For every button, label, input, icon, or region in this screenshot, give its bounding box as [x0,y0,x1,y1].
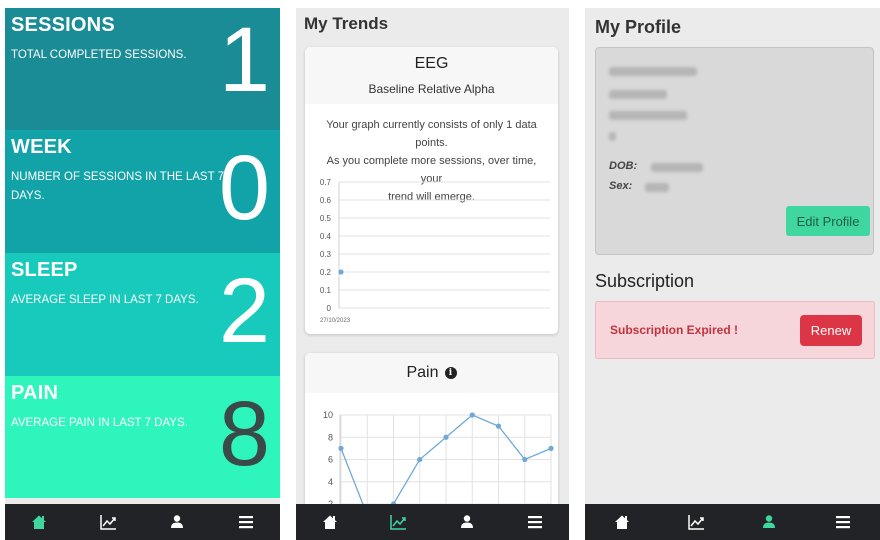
tile-value: 2 [218,260,270,362]
data-point[interactable] [548,445,554,451]
week-tile[interactable]: WEEK NUMBER OF SESSIONS IN THE LAST 7 DA… [5,130,280,253]
y-tick-label: 0.6 [320,196,332,205]
data-point[interactable] [495,423,502,429]
tile-title: PAIN [11,382,59,404]
nav-menu[interactable] [806,504,880,540]
y-tick-label: 0.3 [320,250,332,259]
sessions-tile[interactable]: SESSIONS TOTAL COMPLETED SESSIONS. 1 [5,8,280,130]
tile-title: SLEEP [11,259,78,281]
tile-value: 1 [218,9,270,111]
subscription-status: Subscription Expired ! [610,323,739,337]
profile-icon [170,515,183,528]
tile-title: WEEK [11,136,72,158]
redacted-name [609,67,697,76]
redacted-dob [651,163,703,172]
redacted-detail [609,90,667,99]
bottom-nav [5,504,280,540]
nav-trends[interactable] [659,504,733,540]
x-tick-label: 27/10/2023 [320,318,351,324]
tile-title: SESSIONS [11,14,115,36]
sleep-tile[interactable]: SLEEP AVERAGE SLEEP IN LAST 7 DAYS. 2 [5,253,280,376]
menu-icon [836,516,851,529]
eeg-card-subtitle: Baseline Relative Alpha [368,82,495,96]
tile-description: AVERAGE PAIN IN LAST 7 DAYS. [11,417,188,429]
subscription-heading: Subscription [595,271,695,291]
pain-card-title: Pain [406,364,439,381]
nav-trends[interactable] [74,504,143,540]
renew-button[interactable]: Renew [800,315,862,346]
trends-icon [687,515,704,530]
nav-menu[interactable] [501,504,569,540]
y-tick-label: 8 [328,432,333,442]
y-tick-label: 4 [328,477,333,487]
menu-icon [527,516,542,529]
pain-tile[interactable]: PAIN AVERAGE PAIN IN LAST 7 DAYS. 8 [5,376,280,498]
menu-icon [238,516,253,529]
home-icon [32,515,47,529]
bottom-nav [585,504,880,540]
nav-profile[interactable] [733,504,807,540]
dob-label: DOB: [609,160,638,172]
edit-profile-button[interactable]: Edit Profile [786,206,870,236]
profile-screen: My Profile DOB: Sex: Edit Profile Subscr… [585,8,880,540]
y-tick-label: 0.7 [320,178,332,187]
data-point[interactable] [443,434,449,440]
home-icon [614,515,629,529]
nav-home[interactable] [296,504,364,540]
page-title: My Profile [595,17,682,37]
data-point[interactable] [417,456,423,463]
info-icon[interactable]: i [444,367,457,379]
nav-trends[interactable] [364,504,432,540]
redacted-detail [609,111,687,120]
eeg-card-header: EEG Baseline Relative Alpha [305,47,558,104]
trends-screen: My Trends EEG Baseline Relative Alpha Yo… [296,8,569,540]
dashboard-screen: SESSIONS TOTAL COMPLETED SESSIONS. 1 WEE… [5,8,280,540]
sex-label: Sex: [609,180,633,192]
eeg-card: EEG Baseline Relative Alpha Your graph c… [305,47,558,334]
tile-description: AVERAGE SLEEP IN LAST 7 DAYS. [11,294,199,306]
y-tick-label: 10 [323,410,333,420]
data-point[interactable] [522,456,528,463]
trends-icon [390,515,407,530]
home-icon [323,515,338,529]
y-tick-label: 0.1 [320,286,332,295]
y-tick-label: 0.5 [320,214,332,223]
trends-icon [100,515,117,530]
y-tick-label: 6 [328,455,333,465]
redacted-detail [609,132,616,141]
y-tick-label: 0.4 [320,232,332,241]
pain-chart[interactable]: 246810 [305,393,558,513]
tile-description: NUMBER OF SESSIONS IN THE LAST 7 DAYS. [11,171,225,202]
nav-profile[interactable] [143,504,212,540]
eeg-chart[interactable]: 0 0.1 0.2 0.3 0.4 0.5 0.6 0.7 27/10/2023 [305,172,558,332]
tile-description: TOTAL COMPLETED SESSIONS. [11,49,187,61]
data-point[interactable] [338,269,344,275]
subscription-alert: Subscription Expired ! Renew [595,301,875,359]
bottom-nav [296,504,569,540]
y-tick-label: 0.2 [320,268,332,277]
y-tick-label: 0 [327,304,332,313]
nav-home[interactable] [585,504,659,540]
profile-icon [763,515,776,528]
pain-card: Pain i 246810 [305,353,558,513]
eeg-card-title: EEG [414,55,449,72]
pain-card-header: Pain i [305,353,558,393]
tile-value: 0 [218,137,270,239]
tile-value: 8 [218,383,270,485]
eeg-note-line: Your graph currently consists of only 1 … [326,119,537,149]
redacted-sex [645,183,669,192]
nav-profile[interactable] [433,504,501,540]
page-title: My Trends [304,14,389,33]
nav-menu[interactable] [211,504,280,540]
data-point[interactable] [469,412,475,418]
nav-home[interactable] [5,504,74,540]
profile-card: DOB: Sex: Edit Profile [595,47,874,255]
data-point[interactable] [338,445,344,451]
profile-icon [460,515,473,528]
